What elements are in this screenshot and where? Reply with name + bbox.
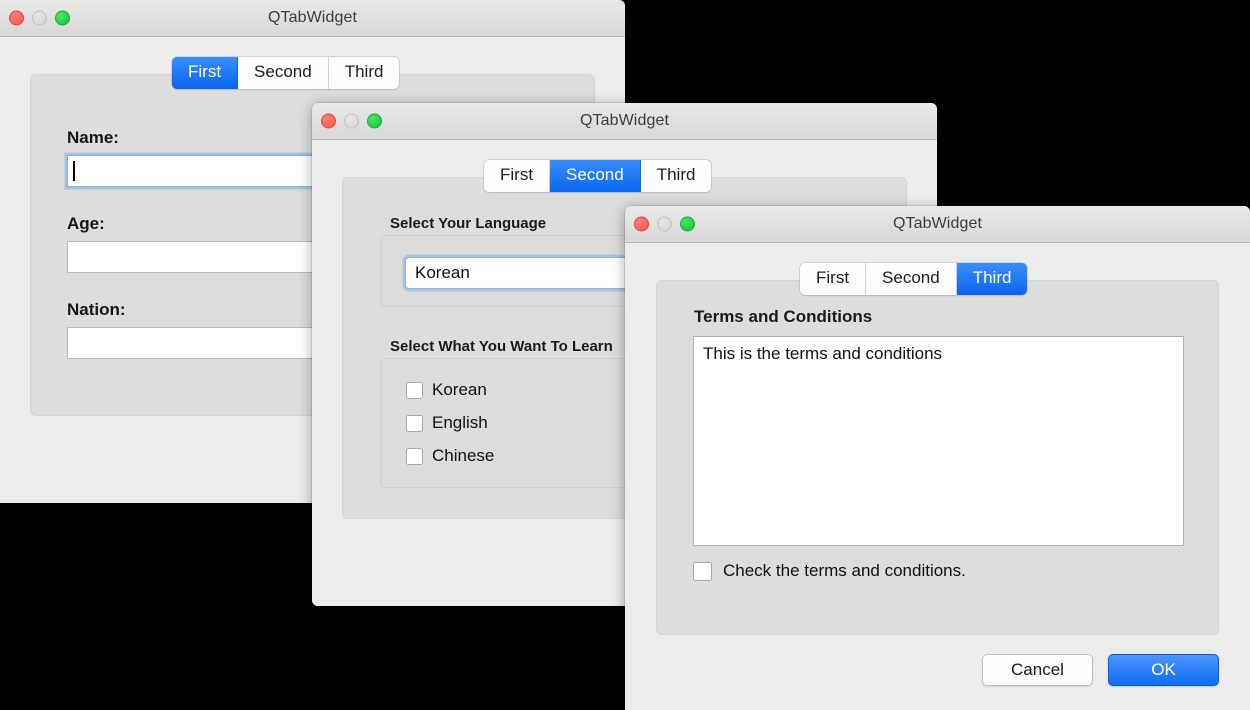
desktop-background: QTabWidget First Second Third Name: Age:… bbox=[0, 0, 1250, 710]
tab-second[interactable]: Second bbox=[550, 160, 641, 192]
traffic-lights bbox=[634, 216, 695, 232]
titlebar[interactable]: QTabWidget bbox=[625, 206, 1250, 243]
tab-third[interactable]: Third bbox=[956, 263, 1028, 295]
minimize-icon[interactable] bbox=[32, 10, 47, 26]
close-icon[interactable] bbox=[634, 216, 649, 232]
tab-third[interactable]: Third bbox=[640, 160, 712, 192]
tab-third[interactable]: Third bbox=[328, 57, 400, 89]
checkbox-label-english: English bbox=[432, 413, 488, 432]
checkbox-label-chinese: Chinese bbox=[432, 446, 495, 465]
tab-pane-third: Terms and Conditions This is the terms a… bbox=[656, 280, 1219, 635]
window-title: QTabWidget bbox=[267, 9, 358, 26]
checkbox-row-korean[interactable]: Korean bbox=[406, 380, 487, 400]
window-qtabwidget-third[interactable]: QTabWidget First Second Third Terms and … bbox=[625, 206, 1250, 710]
titlebar[interactable]: QTabWidget bbox=[0, 0, 625, 37]
window-body: First Second Third Terms and Conditions … bbox=[625, 243, 1250, 710]
tab-first[interactable]: First bbox=[484, 160, 551, 192]
zoom-icon[interactable] bbox=[55, 10, 70, 26]
window-title: QTabWidget bbox=[892, 215, 983, 232]
checkbox-english[interactable] bbox=[406, 414, 423, 432]
checkbox-label-korean: Korean bbox=[432, 380, 487, 399]
titlebar[interactable]: QTabWidget bbox=[312, 103, 937, 140]
cancel-button[interactable]: Cancel bbox=[982, 654, 1093, 686]
tab-bar[interactable]: First Second Third bbox=[172, 57, 400, 89]
minimize-icon[interactable] bbox=[344, 113, 359, 129]
learn-group-label: Select What You Want To Learn bbox=[390, 338, 613, 355]
name-label: Name: bbox=[67, 128, 119, 147]
tab-bar[interactable]: First Second Third bbox=[484, 160, 712, 192]
checkbox-agree-terms[interactable] bbox=[693, 561, 712, 581]
checkbox-row-chinese[interactable]: Chinese bbox=[406, 446, 494, 466]
language-group-label: Select Your Language bbox=[390, 215, 547, 232]
age-label: Age: bbox=[67, 214, 105, 233]
tab-first[interactable]: First bbox=[172, 57, 239, 89]
close-icon[interactable] bbox=[9, 10, 24, 26]
checkbox-chinese[interactable] bbox=[406, 447, 423, 465]
ok-button[interactable]: OK bbox=[1108, 654, 1219, 686]
traffic-lights bbox=[321, 113, 382, 129]
text-caret bbox=[73, 161, 75, 181]
tab-bar[interactable]: First Second Third bbox=[800, 263, 1028, 295]
terms-text: This is the terms and conditions bbox=[703, 344, 943, 363]
checkbox-row-english[interactable]: English bbox=[406, 413, 488, 433]
nation-label: Nation: bbox=[67, 300, 126, 319]
tab-second[interactable]: Second bbox=[238, 57, 329, 89]
window-title: QTabWidget bbox=[579, 112, 670, 129]
tab-first[interactable]: First bbox=[800, 263, 867, 295]
minimize-icon[interactable] bbox=[657, 216, 672, 232]
checkbox-label-agree: Check the terms and conditions. bbox=[723, 561, 966, 580]
zoom-icon[interactable] bbox=[367, 113, 382, 129]
close-icon[interactable] bbox=[321, 113, 336, 129]
terms-label: Terms and Conditions bbox=[694, 307, 873, 326]
checkbox-korean[interactable] bbox=[406, 381, 423, 399]
tab-second[interactable]: Second bbox=[866, 263, 957, 295]
checkbox-row-agree[interactable]: Check the terms and conditions. bbox=[693, 561, 966, 581]
traffic-lights bbox=[9, 10, 70, 26]
terms-textarea[interactable]: This is the terms and conditions bbox=[693, 336, 1184, 546]
zoom-icon[interactable] bbox=[680, 216, 695, 232]
